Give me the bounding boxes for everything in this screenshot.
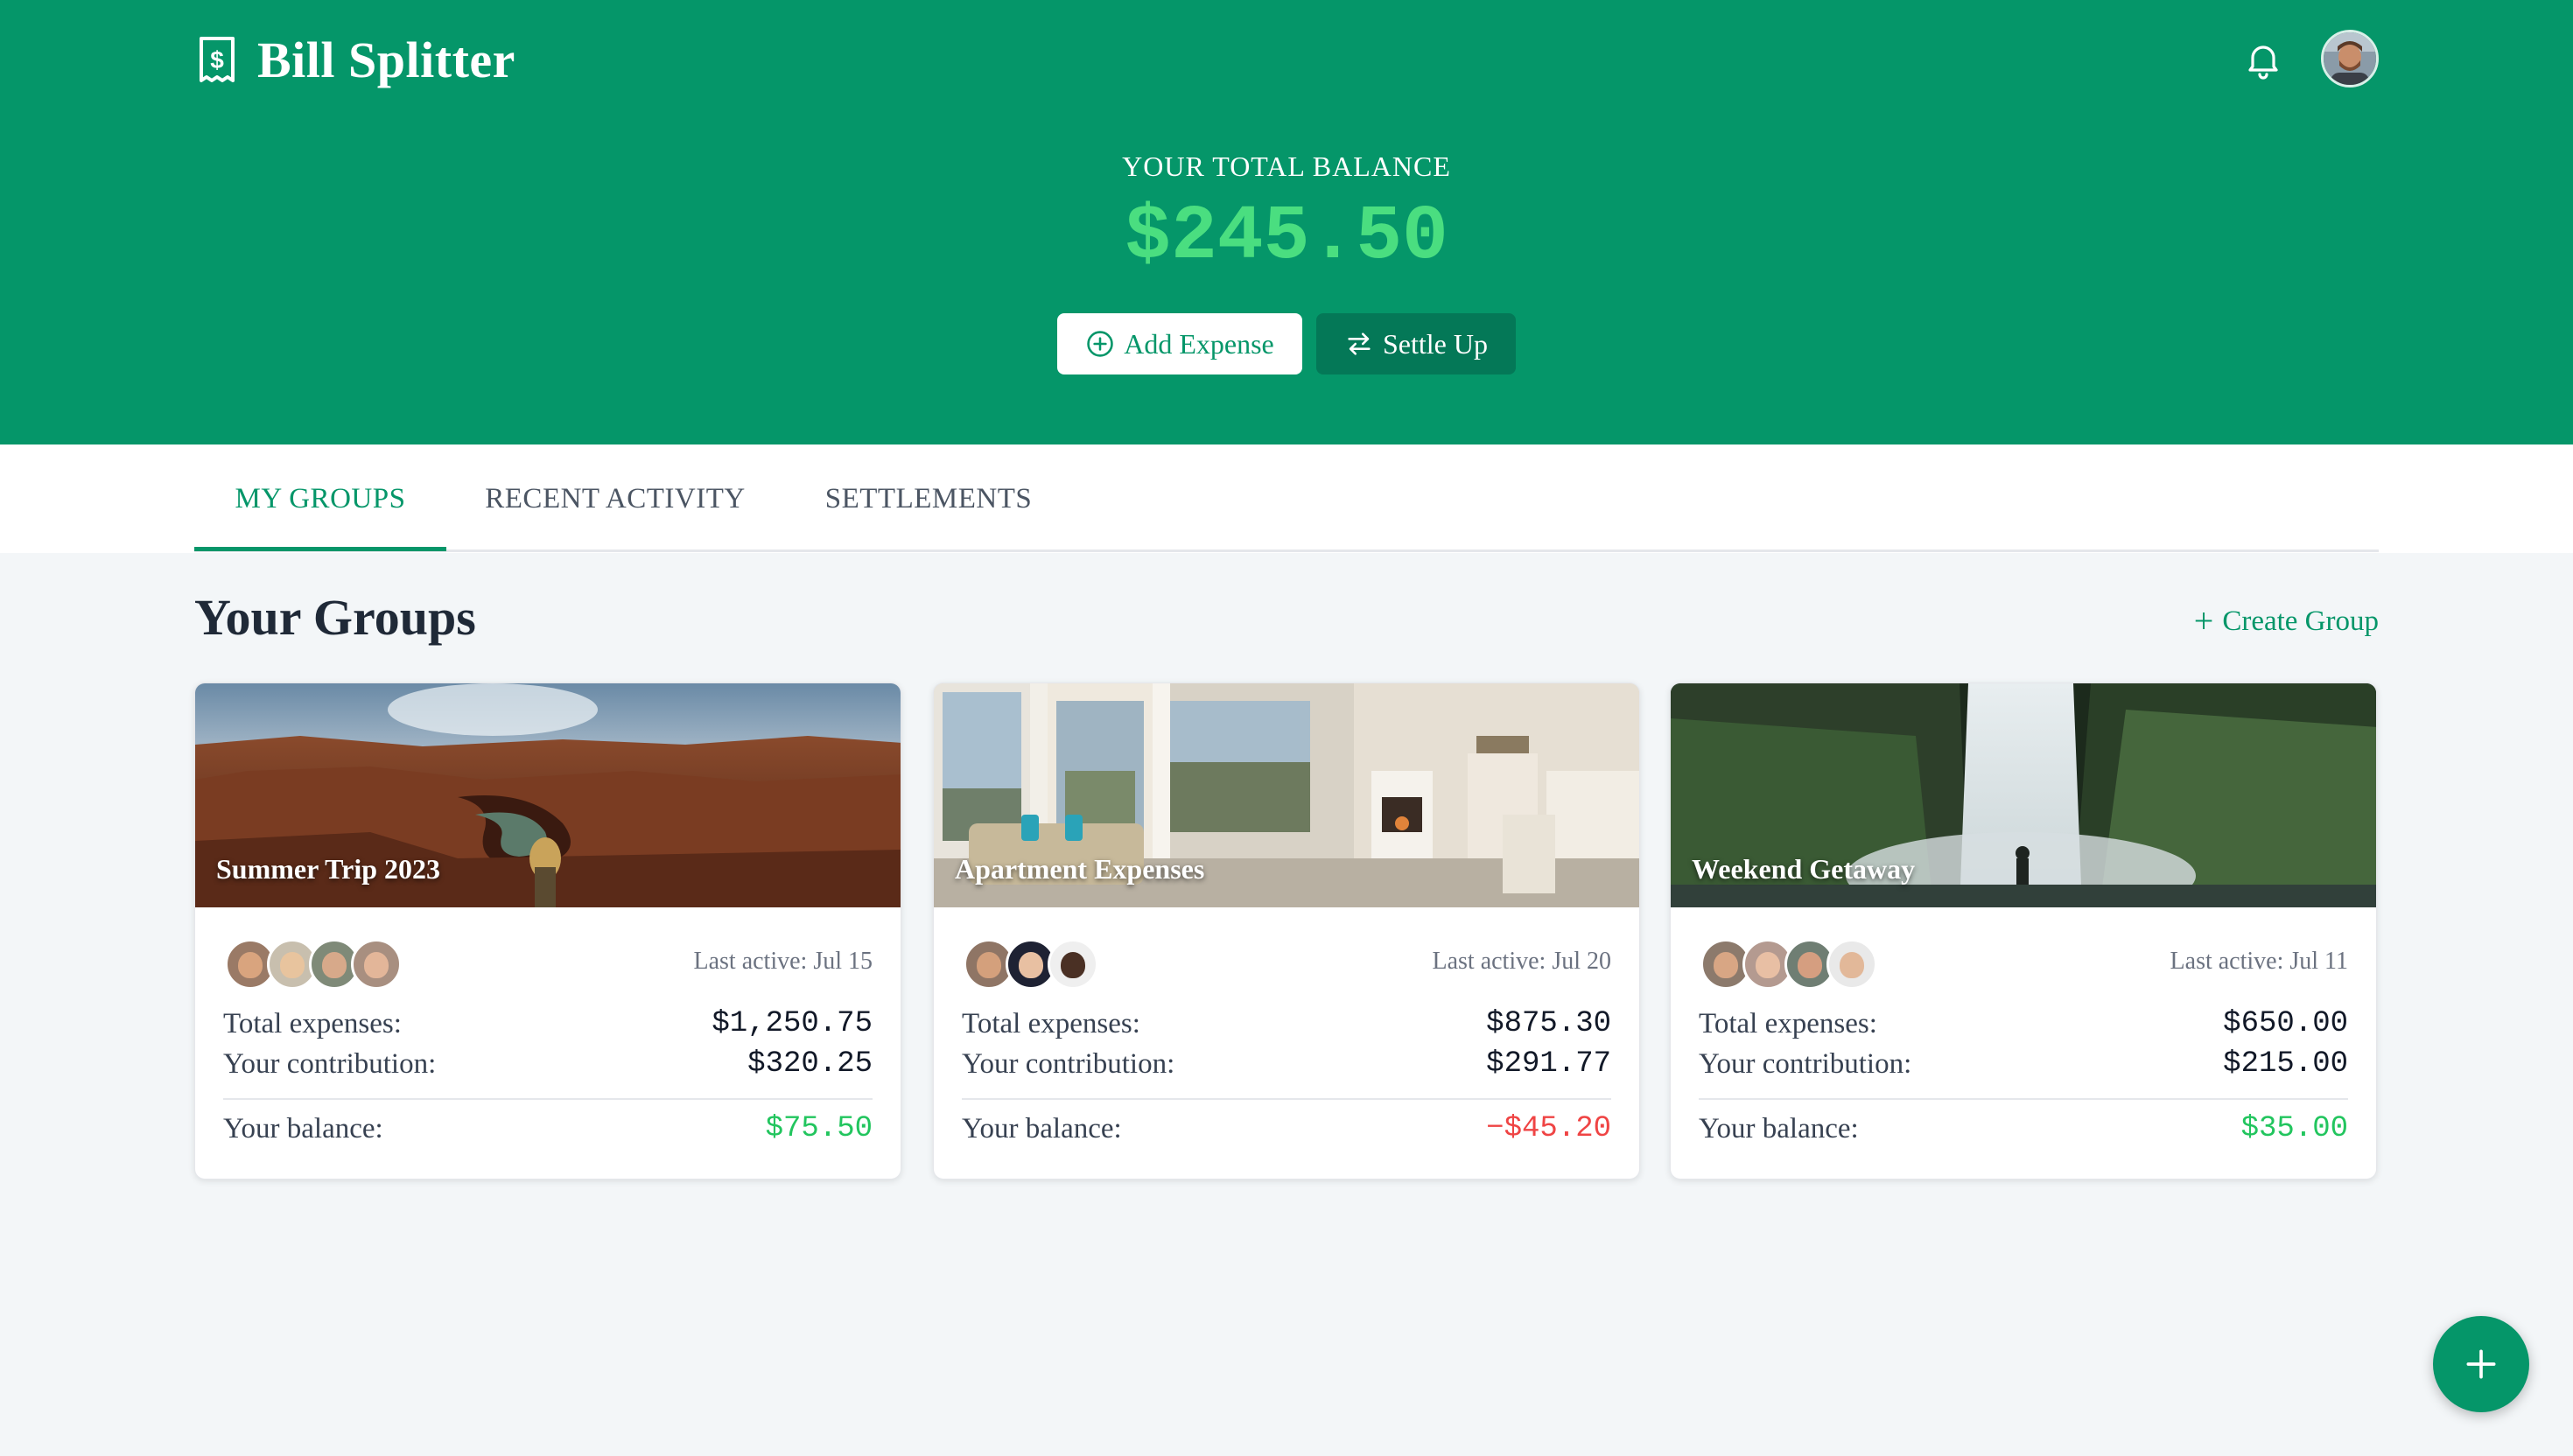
create-group-label: Create Group (2222, 605, 2379, 637)
plus-icon: + (2193, 601, 2214, 640)
add-expense-label: Add Expense (1124, 327, 1274, 360)
balance-value: $75.50 (765, 1112, 873, 1145)
brand[interactable]: $ Bill Splitter (196, 28, 515, 91)
swap-arrows-icon (1348, 332, 1371, 355)
member-avatars (225, 939, 402, 990)
user-avatar-image (2324, 32, 2376, 85)
card-divider (962, 1098, 1611, 1100)
total-expenses-label: Total expenses: (1699, 1007, 1877, 1040)
contribution-label: Your contribution: (1699, 1047, 1912, 1080)
group-name: Summer Trip 2023 (216, 853, 441, 885)
total-expenses-row: Total expenses: $875.30 (962, 1007, 1611, 1040)
total-expenses-value: $875.30 (1486, 1007, 1611, 1040)
contribution-label: Your contribution: (223, 1047, 437, 1080)
balance-label: YOUR TOTAL BALANCE (1122, 150, 1451, 182)
card-divider (223, 1098, 873, 1100)
member-avatars (1700, 939, 1877, 990)
contribution-value: $215.00 (2223, 1047, 2348, 1081)
tab-my-groups[interactable]: MY GROUPS (194, 444, 446, 553)
contribution-value: $320.25 (747, 1047, 873, 1081)
last-active: Last active: Jul 15 (693, 948, 873, 975)
group-card[interactable]: Weekend Getaway Last active: Jul 11 Tota… (1670, 682, 2377, 1180)
settle-up-button[interactable]: Settle Up (1316, 313, 1516, 374)
balance-value: $35.00 (2240, 1112, 2348, 1145)
member-avatar (1826, 939, 1877, 990)
balance-value: −$45.20 (1486, 1112, 1611, 1145)
group-card[interactable]: Apartment Expenses Last active: Jul 20 T… (933, 682, 1640, 1180)
member-avatars (964, 939, 1098, 990)
tab-recent-activity[interactable]: RECENT ACTIVITY (473, 444, 758, 553)
group-cover-image: Weekend Getaway (1671, 683, 2376, 907)
plus-circle-icon (1087, 331, 1113, 357)
total-expenses-value: $1,250.75 (712, 1007, 873, 1040)
plus-icon (2466, 1349, 2496, 1379)
add-expense-button[interactable]: Add Expense (1057, 313, 1302, 374)
contribution-row: Your contribution: $320.25 (223, 1047, 873, 1081)
last-active: Last active: Jul 20 (1432, 948, 1611, 975)
total-expenses-label: Total expenses: (962, 1007, 1140, 1040)
group-name: Weekend Getaway (1692, 853, 1916, 885)
contribution-row: Your contribution: $291.77 (962, 1047, 1611, 1081)
balance-row: Your balance: $75.50 (223, 1112, 873, 1145)
balance-row: Your balance: $35.00 (1699, 1112, 2348, 1145)
total-balance-amount: $245.50 (1125, 194, 1448, 281)
contribution-label: Your contribution: (962, 1047, 1175, 1080)
balance-label: Your balance: (1699, 1112, 1859, 1144)
contribution-row: Your contribution: $215.00 (1699, 1047, 2348, 1081)
app-header: $ Bill Splitter YOUR TOTAL BALANCE $245.… (0, 0, 2573, 444)
group-name: Apartment Expenses (955, 853, 1205, 885)
member-avatar (1048, 939, 1098, 990)
app-title: Bill Splitter (257, 31, 515, 88)
last-active: Last active: Jul 11 (2170, 948, 2348, 975)
member-avatar (351, 939, 402, 990)
tab-bar: MY GROUPS RECENT ACTIVITY SETTLEMENTS (0, 444, 2573, 553)
settle-up-label: Settle Up (1383, 327, 1488, 360)
balance-label: Your balance: (962, 1112, 1122, 1144)
svg-text:$: $ (210, 46, 224, 74)
card-divider (1699, 1098, 2348, 1100)
group-card[interactable]: Summer Trip 2023 Last active: Jul 15 Tot… (194, 682, 901, 1180)
total-expenses-row: Total expenses: $1,250.75 (223, 1007, 873, 1040)
total-expenses-row: Total expenses: $650.00 (1699, 1007, 2348, 1040)
group-cover-image: Summer Trip 2023 (195, 683, 901, 907)
receipt-dollar-icon: $ (200, 37, 235, 82)
bell-icon[interactable] (2242, 38, 2284, 80)
tab-settlements[interactable]: SETTLEMENTS (807, 444, 1050, 553)
floating-add-button[interactable] (2433, 1316, 2529, 1412)
balance-label: Your balance: (223, 1112, 383, 1144)
total-expenses-value: $650.00 (2223, 1007, 2348, 1040)
contribution-value: $291.77 (1486, 1047, 1611, 1081)
balance-row: Your balance: −$45.20 (962, 1112, 1611, 1145)
user-avatar[interactable] (2321, 30, 2379, 88)
section-title: Your Groups (194, 589, 476, 646)
create-group-link[interactable]: + Create Group (2194, 604, 2379, 639)
group-cover-image: Apartment Expenses (934, 683, 1639, 907)
total-expenses-label: Total expenses: (223, 1007, 402, 1040)
